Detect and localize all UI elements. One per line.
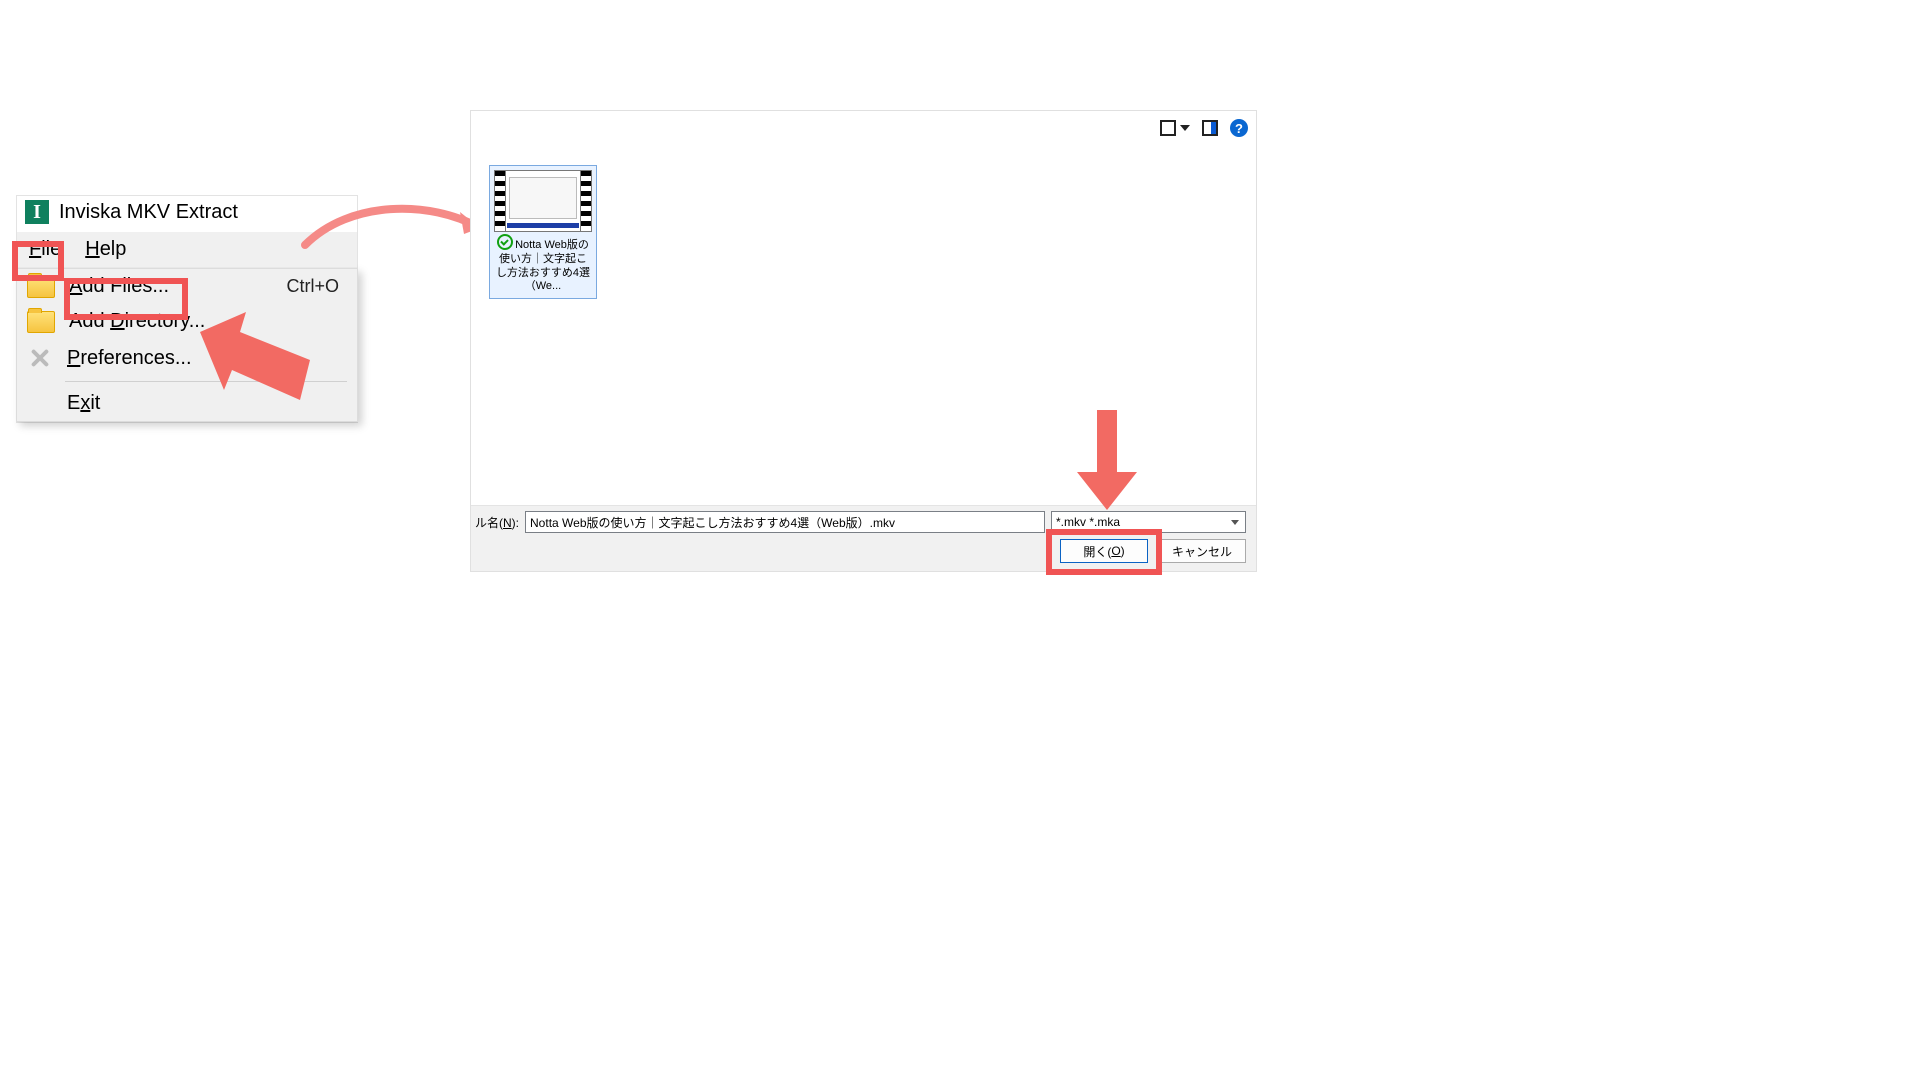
chevron-down-icon: [1231, 520, 1239, 525]
help-icon: ?: [1230, 119, 1248, 137]
preferences-label: references...: [80, 347, 191, 369]
filename-input[interactable]: [525, 511, 1045, 533]
dialog-bottom-bar: ル名(N): *.mkv *.mka 開く(O) キャンセル: [471, 505, 1256, 571]
filename-label: ル名(N):: [475, 514, 519, 531]
dialog-toolbar: ?: [1160, 119, 1248, 137]
menubar: File Help: [17, 232, 357, 268]
menu-help-label: elp: [100, 238, 127, 260]
sync-ok-icon: [497, 234, 513, 250]
filetype-value: *.mkv *.mka: [1056, 515, 1120, 529]
tools-icon: [27, 345, 53, 371]
cancel-label: キャンセル: [1172, 543, 1232, 560]
chevron-down-icon: [1180, 125, 1190, 131]
menu-item-add-directory[interactable]: Add Directory...: [17, 304, 357, 339]
open-button[interactable]: 開く(O): [1060, 539, 1148, 563]
add-files-shortcut: Ctrl+O: [286, 276, 339, 297]
filetype-combo[interactable]: *.mkv *.mka: [1051, 511, 1246, 533]
app-title: Inviska MKV Extract: [59, 201, 238, 224]
menu-help[interactable]: Help: [73, 232, 138, 267]
app-icon: I: [25, 200, 49, 224]
view-mode-button[interactable]: [1160, 120, 1190, 136]
menu-item-add-files[interactable]: Add Files... Ctrl+O: [17, 269, 357, 304]
icon-spacer: [27, 394, 53, 414]
exit-label: it: [90, 392, 100, 414]
file-item-name: Notta Web版の使い方｜文字起こし方法おすすめ4選（We...: [494, 234, 592, 294]
menu-file[interactable]: File: [17, 232, 73, 267]
add-directory-label: irectory...: [125, 310, 206, 332]
file-menu-dropdown: Add Files... Ctrl+O Add Directory... Pre…: [16, 268, 358, 422]
menu-file-label: ile: [41, 238, 61, 260]
square-icon: [1160, 120, 1176, 136]
folder-icon: [27, 276, 55, 298]
file-open-dialog: ? Notta Web版の使い方｜文字起こし方法おすすめ4選（We... ル名(…: [470, 110, 1257, 572]
preview-pane-button[interactable]: [1202, 120, 1218, 136]
menu-item-preferences[interactable]: Preferences...: [17, 339, 357, 377]
dialog-help-button[interactable]: ?: [1230, 119, 1248, 137]
app-menu-window: I Inviska MKV Extract File Help Add File…: [16, 195, 358, 423]
video-thumbnail-icon: [494, 170, 592, 232]
cancel-button[interactable]: キャンセル: [1158, 539, 1246, 563]
menu-separator: [65, 381, 347, 382]
panel-icon: [1202, 120, 1218, 136]
title-bar: I Inviska MKV Extract: [17, 196, 357, 232]
file-item[interactable]: Notta Web版の使い方｜文字起こし方法おすすめ4選（We...: [489, 165, 597, 299]
add-files-label: dd Files...: [82, 275, 169, 297]
menu-item-exit[interactable]: Exit: [17, 386, 357, 421]
folder-icon: [27, 311, 55, 333]
